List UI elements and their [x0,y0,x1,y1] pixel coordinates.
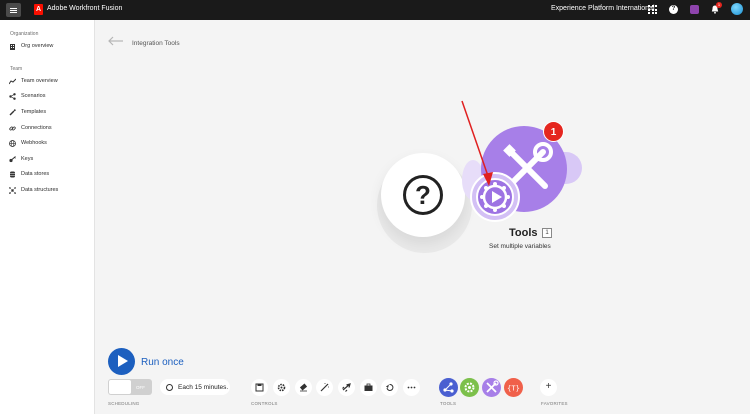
sidebar: Organization Org overview Team Team over… [0,20,95,414]
database-icon [10,171,15,177]
sidebar-item-connections[interactable]: Connections [9,123,52,133]
link-icon [9,126,16,130]
sidebar-item-keys[interactable]: Keys [9,154,33,164]
sidebar-item-label: Webhooks [21,140,47,146]
gear-icon[interactable] [273,379,290,396]
org-switcher[interactable]: Experience Platform International [551,5,655,12]
controls-label: CONTROLS [251,401,278,406]
chart-line-icon [9,78,16,84]
sidebar-item-label: Data stores [21,171,50,177]
building-icon [10,43,15,50]
sidebar-item-label: Connections [21,125,52,131]
sidebar-item-label: Keys [21,156,34,162]
module-index: 1 [542,228,552,238]
magic-wand-icon[interactable] [316,379,333,396]
structure-icon [9,186,16,194]
module-badge: 1 [543,121,564,142]
sidebar-item-data-stores[interactable]: Data stores [9,169,49,179]
globe-icon [9,139,16,147]
sidebar-item-templates[interactable]: Templates [9,107,46,117]
apps-grid-icon[interactable] [648,5,657,14]
adobe-logo-icon: A [34,4,43,15]
avatar[interactable] [731,3,743,15]
save-icon[interactable] [251,379,268,396]
app-title: Adobe Workfront Fusion [47,5,123,12]
feedback-icon[interactable] [690,5,699,14]
flow-control-icon[interactable] [439,378,458,397]
more-icon[interactable] [403,379,420,396]
run-once-label[interactable]: Run once [141,357,184,368]
key-icon [9,155,16,162]
module-subtitle: Set multiple variables [489,243,551,250]
toggle-knob [109,380,131,394]
sidebar-item-webhooks[interactable]: Webhooks [9,138,47,148]
sidebar-item-team-overview[interactable]: Team overview [9,76,58,86]
undo-icon[interactable] [381,379,398,396]
sidebar-item-label: Scenarios [21,93,46,99]
text-parser-icon[interactable]: {T} [504,378,523,397]
timer-icon [480,182,510,212]
tools-icon[interactable] [482,378,501,397]
toggle-state: OFF [136,385,145,390]
tools-label: TOOLS [440,401,457,406]
notification-badge: 1 [716,2,722,8]
module-title: Tools [509,227,538,239]
sidebar-section-organization: Organization [10,31,39,37]
sidebar-item-label: Org overview [21,43,54,49]
sidebar-item-data-structures[interactable]: Data structures [9,185,58,195]
eraser-icon[interactable] [295,379,312,396]
run-once-button[interactable] [108,348,135,375]
page-title: Integration Tools [132,40,180,47]
wand-icon [9,108,16,115]
scheduling-label: SCHEDULING [108,401,140,406]
sidebar-item-label: Templates [21,109,47,115]
share-icon [9,92,16,100]
sidebar-item-label: Team overview [21,78,58,84]
add-favorite-button[interactable]: + [540,379,557,396]
top-bar: A Adobe Workfront Fusion Experience Plat… [0,0,750,20]
airplane-icon[interactable] [338,379,355,396]
sidebar-section-team: Team [10,66,23,72]
sidebar-item-scenarios[interactable]: Scenarios [9,91,45,101]
back-arrow-icon[interactable] [108,36,124,46]
sidebar-item-label: Data structures [21,187,59,193]
clock-icon [166,383,173,391]
schedule-label: Each 15 minutes. [178,383,229,391]
help-icon[interactable]: ? [669,5,678,14]
sidebar-item-org-overview[interactable]: Org overview [9,41,53,51]
gear-green-icon[interactable] [460,378,479,397]
menu-icon[interactable] [6,3,21,17]
question-mark-icon: ? [403,175,443,215]
schedule-setting[interactable]: Each 15 minutes. [160,379,230,395]
favorites-label: FAVORITES [541,401,568,406]
svg-text:{T}: {T} [507,385,520,393]
briefcase-icon[interactable] [360,379,377,396]
